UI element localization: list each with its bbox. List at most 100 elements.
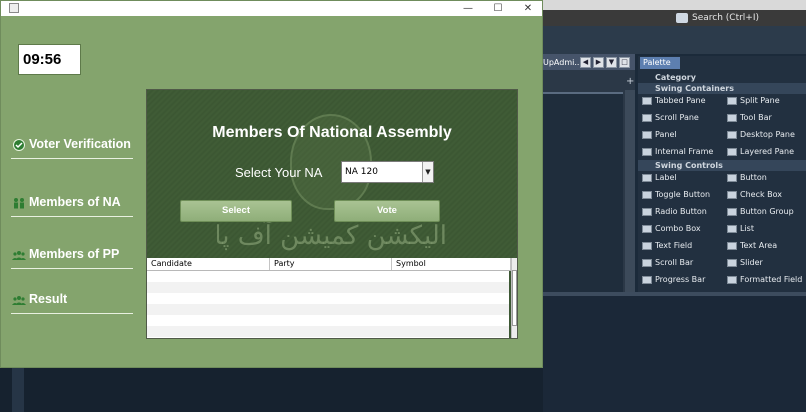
component-icon [642,208,652,216]
palette-item[interactable]: Text Field [638,239,722,253]
palette-item[interactable]: Button Group [723,205,806,219]
component-icon [727,208,737,216]
select-button[interactable]: Select [180,200,292,222]
check-shield-icon [13,139,25,151]
palette-item[interactable]: List [723,222,806,236]
component-icon [642,174,652,182]
ide-toolbar [543,26,806,54]
palette-item-label: Scroll Pane [655,113,699,122]
palette-item-label: Tool Bar [740,113,772,122]
minimize-icon[interactable]: — [453,1,483,16]
palette-item-label: Text Area [740,241,778,250]
column-header-candidate[interactable]: Candidate [147,258,270,270]
vote-button[interactable]: Vote [334,200,440,222]
column-header-symbol[interactable]: Symbol [392,258,511,270]
palette-item-label: Panel [655,130,677,139]
component-icon [727,259,737,267]
table-scrollbar-thumb[interactable] [512,270,517,326]
palette-item[interactable]: Tabbed Pane [638,94,722,108]
palette-item[interactable]: Scroll Pane [638,111,722,125]
component-icon [727,191,737,199]
candidates-table-body[interactable] [147,271,509,338]
ide-design-canvas [543,92,623,292]
ide-search-field[interactable]: Search (Ctrl+I) [676,12,800,25]
candidates-table-header: Candidate Party Symbol [147,258,517,271]
nav-voter-verification-label: Voter Verification [29,137,131,151]
component-icon [642,131,652,139]
java-app-icon [9,3,19,13]
nav-members-pp-label: Members of PP [29,247,120,261]
component-icon [727,225,737,233]
people-icon [14,198,24,209]
chevron-down-icon[interactable]: ▼ [422,162,433,182]
table-scrollbar[interactable] [511,258,517,338]
group-icon [12,251,26,260]
palette-item[interactable]: Label [638,171,722,185]
members-na-panel: الیکشن کمیشن آف پاکستان Members Of Natio… [146,89,518,339]
palette-item[interactable]: Panel [638,128,722,142]
palette-item[interactable]: Split Pane [723,94,806,108]
component-icon [642,97,652,105]
palette-item-label: Button [740,173,767,182]
palette-item[interactable]: Tool Bar [723,111,806,125]
palette-tab[interactable]: Palette [640,57,680,69]
table-row[interactable] [147,282,509,293]
palette-item[interactable]: Check Box [723,188,806,202]
column-header-party[interactable]: Party [270,258,392,270]
palette-item[interactable]: Desktop Pane [723,128,806,142]
palette-item[interactable]: Internal Frame [638,145,722,159]
palette-category-header[interactable]: Category [638,72,806,83]
palette-item[interactable]: Layered Pane [723,145,806,159]
nav-members-na[interactable]: Members of NA [11,193,133,217]
component-icon [727,114,737,122]
table-row[interactable] [147,304,509,315]
palette-item[interactable]: Text Area [723,239,806,253]
voting-app-window: — ☐ ✕ 09:56 Voter Verification Members o… [0,0,543,368]
ide-gutter [12,368,24,412]
na-selected-value: NA 120 [345,167,378,177]
add-icon[interactable]: + [626,76,634,87]
search-icon [676,13,688,23]
component-icon [642,191,652,199]
component-icon [642,276,652,284]
palette-section-header[interactable]: Swing Controls [638,160,806,171]
tab-list-icon[interactable]: ▼ [606,57,617,68]
palette-item[interactable]: Combo Box [638,222,722,236]
component-icon [642,242,652,250]
palette-item[interactable]: Scroll Bar [638,256,722,270]
palette-item[interactable]: Radio Button [638,205,722,219]
palette-item-label: Toggle Button [655,190,711,199]
na-constituency-select[interactable]: NA 120 ▼ [341,161,434,183]
ide-editor-tab[interactable]: UpAdmi... [543,56,582,70]
scroll-right-icon[interactable]: ▶ [593,57,604,68]
component-icon [642,114,652,122]
scroll-left-icon[interactable]: ◀ [580,57,591,68]
close-icon[interactable]: ✕ [513,1,543,16]
palette-item-label: Desktop Pane [740,130,795,139]
component-icon [727,174,737,182]
palette-item[interactable]: Slider [723,256,806,270]
nav-voter-verification[interactable]: Voter Verification [11,135,133,159]
palette-item[interactable]: Progress Bar [638,273,722,287]
nav-members-pp[interactable]: Members of PP [11,245,133,269]
component-icon [727,97,737,105]
component-icon [642,225,652,233]
palette-item-label: Button Group [740,207,794,216]
maximize-editor-icon[interactable]: □ [619,57,630,68]
palette-tab-label: Palette [643,58,671,67]
palette-item[interactable]: Toggle Button [638,188,722,202]
ide-editor-scrollbar[interactable] [625,90,635,292]
component-icon [727,242,737,250]
ide-bottom-panel [0,368,543,412]
palette-item-label: Split Pane [740,96,780,105]
table-row[interactable] [147,326,509,337]
palette-item-label: Tabbed Pane [655,96,706,105]
maximize-icon[interactable]: ☐ [483,1,513,16]
select-na-label: Select Your NA [235,165,323,180]
palette-item[interactable]: Formatted Field [723,273,806,287]
nav-result[interactable]: Result [11,290,133,314]
ide-output-area [543,292,806,412]
palette-section-header[interactable]: Swing Containers [638,83,806,94]
component-icon [642,148,652,156]
palette-item[interactable]: Button [723,171,806,185]
